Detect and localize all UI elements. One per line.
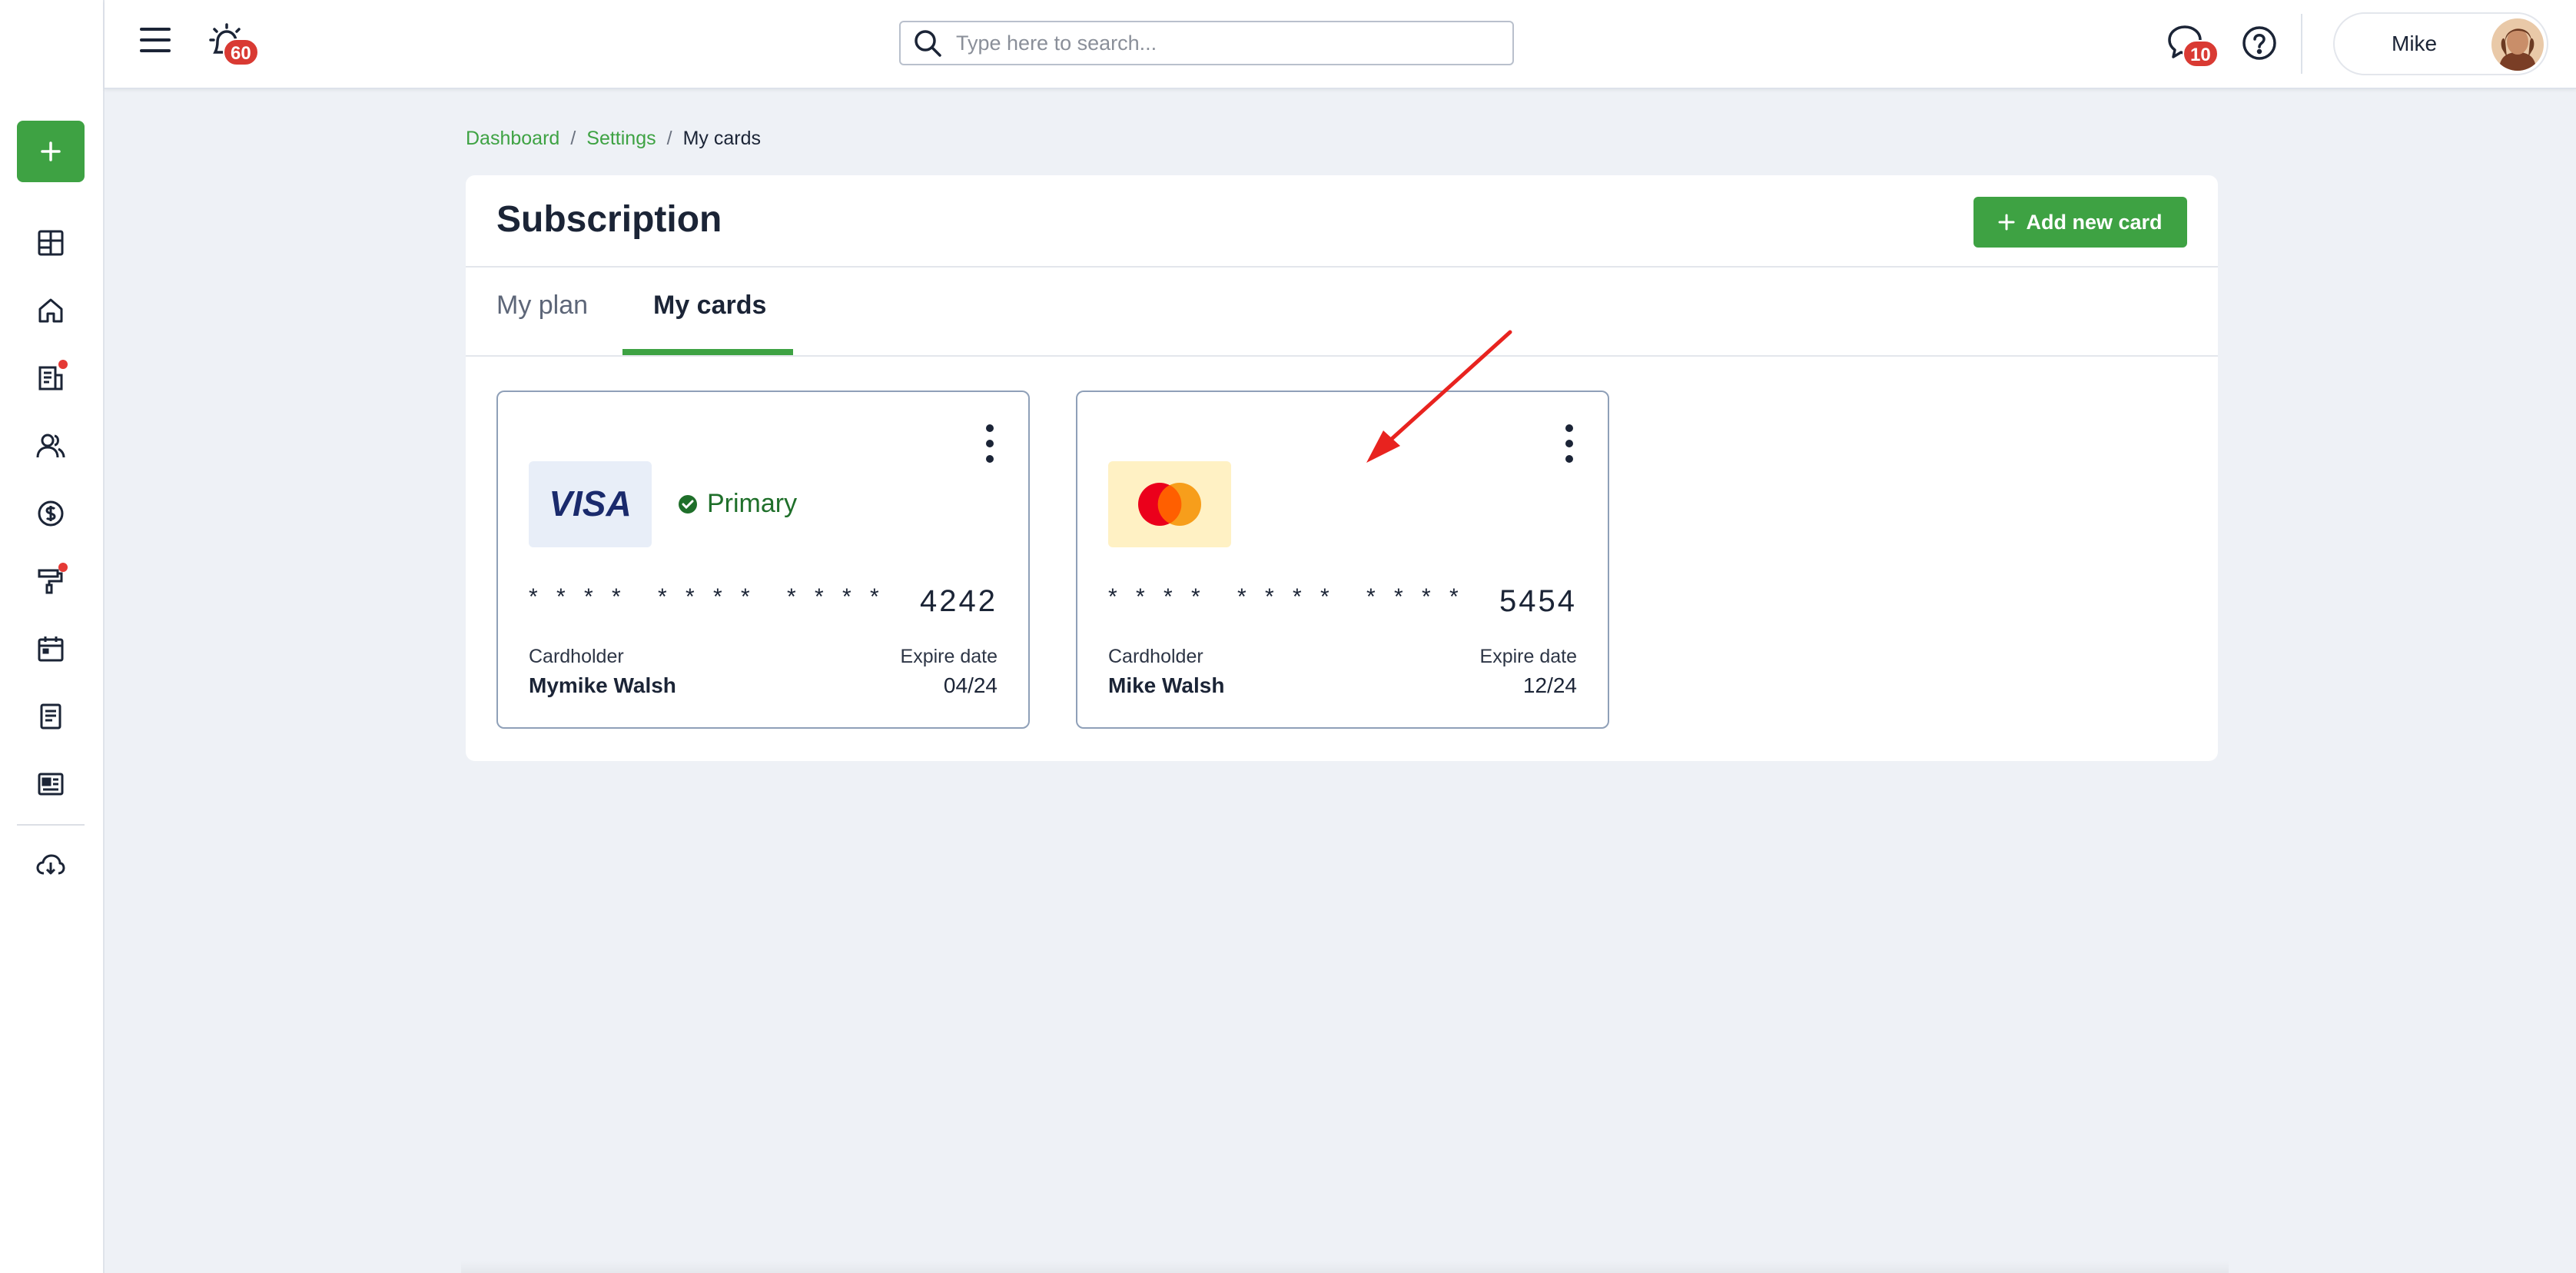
kebab-menu-icon-dot xyxy=(1565,440,1573,447)
tabs-divider-line xyxy=(466,355,2218,357)
expire-date-value: 04/24 xyxy=(943,673,998,697)
sidebar-item-reports[interactable] xyxy=(32,360,69,397)
card-options-button[interactable] xyxy=(982,424,998,463)
hamburger-icon xyxy=(140,28,171,31)
sidebar-item-home[interactable] xyxy=(32,292,69,329)
notification-dot xyxy=(58,563,68,572)
card-last-four: 5454 xyxy=(1499,584,1577,618)
card-last-four: 4242 xyxy=(920,584,998,618)
messages-button[interactable]: 10 xyxy=(2166,23,2219,69)
cardholder-name: Mymike Walsh xyxy=(529,673,676,697)
sidebar-item-payments[interactable] xyxy=(32,495,69,532)
footer-shadow xyxy=(461,1261,2229,1273)
tab-my-cards[interactable]: My cards xyxy=(653,291,766,321)
check-circle-icon xyxy=(679,494,697,514)
cloud-download-icon xyxy=(36,854,65,875)
add-new-card-button[interactable]: Add new card xyxy=(1973,197,2187,248)
expire-date-value: 12/24 xyxy=(1522,673,1577,697)
help-button[interactable] xyxy=(2241,25,2279,63)
tab-my-plan[interactable]: My plan xyxy=(496,291,588,321)
breadcrumb-settings-link[interactable]: Settings xyxy=(586,128,656,150)
masked-digits: * * * * xyxy=(1237,584,1336,610)
primary-label: Primary xyxy=(707,489,798,518)
sidebar-item-download[interactable] xyxy=(32,847,69,884)
alarm-notifications-button[interactable]: 60 xyxy=(207,22,259,68)
cardholder-label: Cardholder xyxy=(1108,646,1203,667)
active-tab-indicator xyxy=(622,349,793,355)
home-icon xyxy=(38,298,63,323)
sidebar xyxy=(0,0,105,1273)
breadcrumb: Dashboard / Settings / My cards xyxy=(466,128,761,150)
sidebar-item-people[interactable] xyxy=(32,427,69,464)
kebab-menu-icon-dot xyxy=(986,455,994,463)
masked-digits: * * * * xyxy=(1108,584,1207,610)
sidebar-item-calendar[interactable] xyxy=(32,630,69,667)
sidebar-item-news[interactable] xyxy=(32,766,69,803)
document-icon xyxy=(40,703,61,730)
dashboard-grid-icon xyxy=(38,230,64,256)
primary-badge: Primary xyxy=(678,489,797,519)
kebab-menu-icon-dot xyxy=(986,440,994,447)
plus-icon xyxy=(1998,214,2015,231)
hamburger-icon-line xyxy=(140,38,171,42)
plus-icon xyxy=(41,141,61,161)
masked-digits: * * * * xyxy=(529,584,627,610)
newspaper-icon xyxy=(38,773,64,796)
masked-digits: * * * * xyxy=(658,584,756,610)
user-name: Mike xyxy=(2392,32,2438,55)
breadcrumb-separator: / xyxy=(666,128,672,149)
user-menu-button[interactable]: Mike xyxy=(2333,12,2548,75)
sidebar-divider xyxy=(17,824,85,826)
messages-count-badge: 10 xyxy=(2183,40,2219,68)
search-icon xyxy=(915,30,941,57)
kebab-menu-icon-dot xyxy=(1565,455,1573,463)
sidebar-item-dashboard[interactable] xyxy=(32,224,69,261)
menu-toggle-button[interactable] xyxy=(138,25,172,58)
notification-dot xyxy=(58,360,68,369)
payment-card-mastercard[interactable]: * * * * * * * * * * * * 5454 Cardholder … xyxy=(1076,391,1609,729)
header-divider xyxy=(2301,14,2302,74)
visa-logo: VISA xyxy=(529,461,652,547)
card-options-button[interactable] xyxy=(1562,424,1577,463)
subscription-panel: Subscription Add new card My plan My car… xyxy=(466,175,2218,761)
cardholder-name: Mike Walsh xyxy=(1108,673,1225,697)
header-divider-line xyxy=(466,266,2218,268)
add-new-card-label: Add new card xyxy=(2026,210,2163,234)
calendar-icon xyxy=(38,636,64,662)
visa-logo-text: VISA xyxy=(549,485,631,523)
mastercard-logo xyxy=(1108,461,1231,547)
sidebar-item-tools[interactable] xyxy=(32,563,69,600)
hamburger-icon-line xyxy=(140,49,171,52)
search-bar[interactable] xyxy=(899,21,1514,65)
cardholder-label: Cardholder xyxy=(529,646,624,667)
top-navigation-bar: 60 10 Mike xyxy=(105,0,2576,89)
avatar xyxy=(2491,18,2544,71)
users-icon xyxy=(36,434,65,458)
masked-digits: * * * * xyxy=(787,584,885,610)
search-input[interactable] xyxy=(956,31,1494,55)
masked-digits: * * * * xyxy=(1366,584,1465,610)
question-circle-icon xyxy=(2242,26,2276,60)
sidebar-add-button[interactable] xyxy=(17,121,85,182)
breadcrumb-separator: / xyxy=(570,128,576,149)
kebab-menu-icon xyxy=(1565,424,1573,432)
page-title: Subscription xyxy=(496,199,722,240)
payment-card-visa[interactable]: VISA Primary * * * * * * * * * * * * 424… xyxy=(496,391,1030,729)
notifications-count-badge: 60 xyxy=(223,38,259,66)
kebab-menu-icon xyxy=(986,424,994,432)
expire-date-label: Expire date xyxy=(900,646,998,667)
expire-date-label: Expire date xyxy=(1479,646,1577,667)
breadcrumb-current: My cards xyxy=(682,128,761,149)
breadcrumb-dashboard-link[interactable]: Dashboard xyxy=(466,128,559,150)
dollar-circle-icon xyxy=(38,500,64,527)
sidebar-item-documents[interactable] xyxy=(32,698,69,735)
